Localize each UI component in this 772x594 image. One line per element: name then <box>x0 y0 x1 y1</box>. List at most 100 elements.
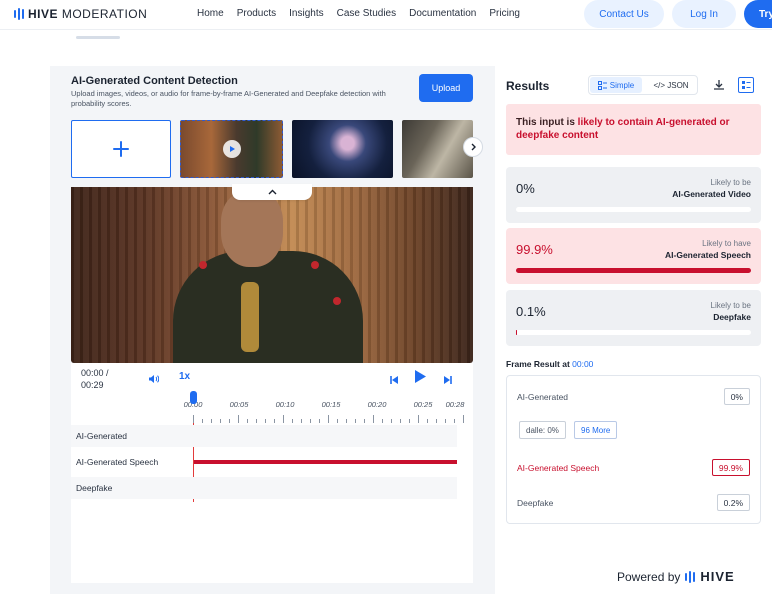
timeline-tick <box>355 419 356 423</box>
timeline-tick <box>319 419 320 423</box>
skip-back-button[interactable] <box>389 372 399 390</box>
timeline-tick <box>418 415 419 423</box>
timeline-tick <box>238 415 239 423</box>
score-value: 0.1% <box>516 304 546 319</box>
frame-row-value: 99.9% <box>711 459 750 476</box>
play-icon <box>415 370 426 383</box>
brand-light: MODERATION <box>58 7 148 21</box>
score-category: AI-Generated Speech <box>665 250 751 260</box>
nav-link-pricing[interactable]: Pricing <box>489 8 520 19</box>
nav-link-insights[interactable]: Insights <box>289 8 323 19</box>
timeline-tick <box>283 415 284 423</box>
playhead-handle[interactable] <box>190 391 197 404</box>
tick-label: 00:25 <box>413 400 433 409</box>
playback-speed[interactable]: 1x <box>179 371 190 382</box>
tick-label: 00:05 <box>229 400 249 409</box>
detection-timeline: 00:00 00:05 00:10 00:15 00:20 00:25 00:2… <box>71 391 473 583</box>
score-bar <box>516 207 751 212</box>
nav-link-home[interactable]: Home <box>197 8 224 19</box>
volume-button[interactable] <box>148 371 160 389</box>
thumbnail-video-selected[interactable] <box>180 120 283 178</box>
timeline-tick <box>220 419 221 423</box>
frame-timestamp[interactable]: 00:00 <box>572 359 593 369</box>
simple-view-button[interactable]: Simple <box>590 77 642 93</box>
layout-button[interactable] <box>738 77 754 93</box>
video-preview[interactable] <box>71 187 473 363</box>
top-nav: HIVE MODERATION Home Products Insights C… <box>0 0 772 30</box>
score-category: Deepfake <box>713 312 751 322</box>
download-icon <box>714 80 724 90</box>
download-button[interactable] <box>713 78 725 96</box>
timeline-tick <box>301 419 302 423</box>
score-card-ai-speech: 99.9% Likely to have AI-Generated Speech <box>506 228 761 284</box>
timeline-tick <box>292 419 293 423</box>
nav-links: Home Products Insights Case Studies Docu… <box>197 8 520 19</box>
try-button[interactable]: Try <box>744 0 772 28</box>
timeline-tick <box>274 419 275 423</box>
track-ai-generated: AI-Generated <box>71 425 457 447</box>
speech-detection-bar <box>194 460 457 464</box>
timeline-tick <box>247 419 248 423</box>
timeline-tick <box>445 419 446 423</box>
score-caption: Likely to have <box>702 239 751 248</box>
timeline-tick <box>391 419 392 423</box>
play-button[interactable] <box>413 369 427 389</box>
track-label: Deepfake <box>76 483 113 493</box>
score-bar <box>516 330 751 335</box>
track-label: AI-Generated <box>76 431 128 441</box>
skip-forward-icon <box>444 376 452 384</box>
skip-forward-button[interactable] <box>443 372 453 390</box>
timeline-tick <box>193 415 194 423</box>
timeline-tick <box>229 419 230 423</box>
more-models-button[interactable]: 96 More <box>574 421 618 439</box>
thumbnail-image-2[interactable] <box>292 120 393 178</box>
tick-label: 00:28 <box>445 400 465 409</box>
layout-icon <box>742 81 751 89</box>
frame-result-box: AI-Generated 0% dalle: 0% 96 More AI-Gen… <box>506 375 761 524</box>
upload-button[interactable]: Upload <box>419 74 473 102</box>
results-title: Results <box>506 79 550 93</box>
nav-link-case-studies[interactable]: Case Studies <box>337 8 396 19</box>
timeline-tick <box>382 419 383 423</box>
track-ai-generated-speech: AI-Generated Speech <box>71 451 457 473</box>
timeline-tick <box>409 419 410 423</box>
timeline-tick <box>427 419 428 423</box>
tab-indicator <box>76 36 120 39</box>
chevron-up-icon <box>268 189 276 195</box>
play-icon <box>223 140 241 158</box>
media-thumbnails <box>71 120 473 178</box>
log-in-button[interactable]: Log In <box>672 0 736 28</box>
timeline-tick <box>346 419 347 423</box>
timeline-tick <box>202 419 203 423</box>
verdict-banner: This input is likely to contain AI-gener… <box>506 104 761 155</box>
tick-label: 00:10 <box>275 400 295 409</box>
collapse-thumbnails-button[interactable] <box>232 184 312 200</box>
panel-description: Upload images, videos, or audio for fram… <box>71 89 386 108</box>
hive-logo[interactable]: HIVE MODERATION <box>14 7 147 21</box>
panel-title: AI-Generated Content Detection <box>71 75 238 87</box>
timeline-tick <box>400 419 401 423</box>
json-view-button[interactable]: </> JSON <box>645 77 697 93</box>
brand-bold: HIVE <box>28 7 59 21</box>
hive-logo-icon <box>685 570 696 583</box>
track-deepfake: Deepfake <box>71 477 457 499</box>
timeline-tick <box>310 419 311 423</box>
powered-by: Powered by HIVE <box>617 569 735 584</box>
tick-label: 00:15 <box>321 400 341 409</box>
score-card-deepfake: 0.1% Likely to be Deepfake <box>506 290 761 346</box>
frame-row-label: AI-Generated <box>517 392 569 402</box>
model-chip-dalle: dalle: 0% <box>519 421 566 439</box>
next-thumbnails-button[interactable] <box>463 137 483 157</box>
powered-by-brand: HIVE <box>700 569 735 584</box>
timeline-tick <box>256 419 257 423</box>
nav-link-documentation[interactable]: Documentation <box>409 8 476 19</box>
timeline-tick <box>211 419 212 423</box>
contact-us-button[interactable]: Contact Us <box>584 0 664 28</box>
chevron-right-icon <box>471 143 476 151</box>
timeline-tick <box>454 419 455 423</box>
volume-icon <box>149 375 160 383</box>
timeline-tick <box>364 419 365 423</box>
nav-link-products[interactable]: Products <box>237 8 276 19</box>
add-media-button[interactable] <box>71 120 171 178</box>
frame-row-value: 0% <box>723 388 750 405</box>
